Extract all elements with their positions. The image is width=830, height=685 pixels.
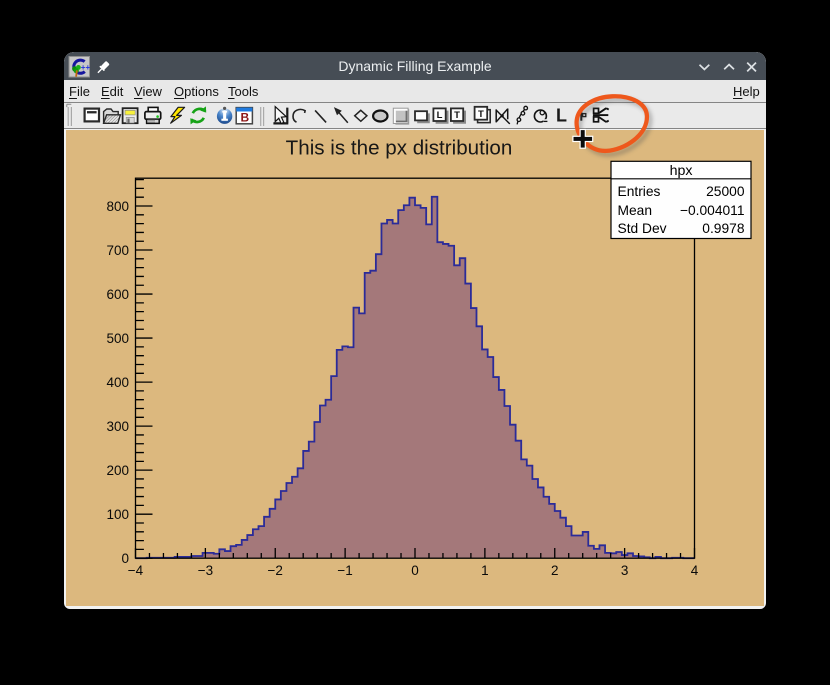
svg-text:0.9978: 0.9978: [695, 221, 745, 236]
svg-text:−1: −1: [337, 563, 352, 578]
svg-text:T: T: [478, 109, 484, 120]
svg-text:−3: −3: [198, 563, 213, 578]
svg-text:300: 300: [106, 419, 129, 434]
svg-text:1: 1: [481, 563, 489, 578]
svg-text:++: ++: [81, 63, 91, 72]
svg-text:200: 200: [106, 463, 129, 478]
svg-text:3: 3: [621, 563, 629, 578]
svg-text:−2: −2: [267, 563, 282, 578]
svg-text:L: L: [437, 110, 443, 121]
svg-text:0: 0: [411, 563, 419, 578]
svg-text:This is the px distribution: This is the px distribution: [286, 137, 513, 160]
svg-text:Mean: Mean: [618, 203, 656, 218]
svg-text:100: 100: [106, 507, 129, 522]
svg-text:700: 700: [106, 243, 129, 258]
svg-text:800: 800: [106, 199, 129, 214]
svg-text:B: B: [240, 111, 249, 125]
svg-text:−4: −4: [128, 563, 144, 578]
svg-text:500: 500: [106, 331, 129, 346]
svg-text:Std Dev: Std Dev: [618, 221, 671, 236]
svg-text:−0.004011: −0.004011: [676, 203, 744, 218]
svg-text:4: 4: [691, 563, 699, 578]
svg-text:0: 0: [121, 551, 129, 566]
svg-text:Entries: Entries: [618, 184, 665, 199]
svg-text:400: 400: [106, 375, 129, 390]
svg-text:2: 2: [551, 563, 559, 578]
svg-text:hpx: hpx: [670, 163, 693, 179]
svg-text:L: L: [556, 105, 567, 125]
svg-text:25000: 25000: [702, 184, 745, 199]
svg-text:T: T: [454, 110, 460, 121]
svg-text:600: 600: [106, 287, 129, 302]
